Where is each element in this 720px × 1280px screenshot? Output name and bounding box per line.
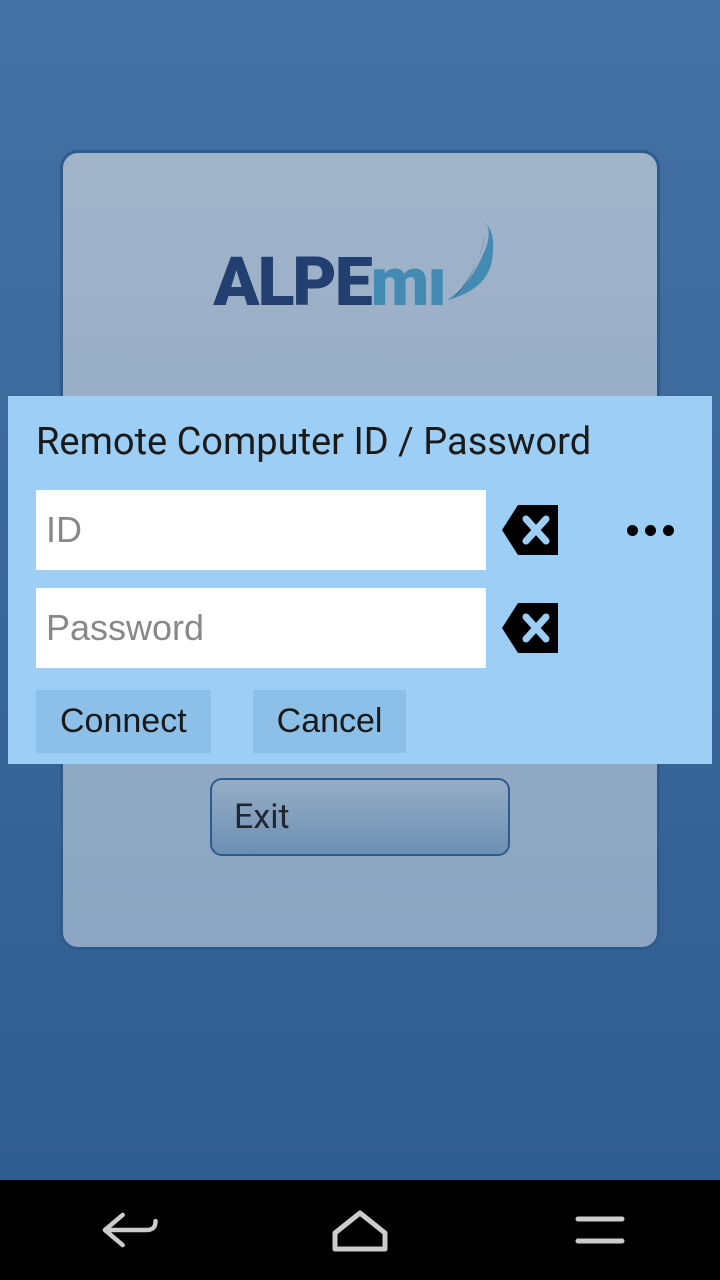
dialog-title: Remote Computer ID / Password: [36, 420, 684, 464]
exit-button-label: Exit: [234, 797, 290, 837]
id-input-row: [36, 490, 684, 570]
password-input[interactable]: [36, 588, 486, 668]
logo-part-alpe: ALPE: [213, 242, 371, 322]
recent-apps-icon[interactable]: [560, 1205, 640, 1255]
app-screen: ALPEmı Exit Remote Computer ID / Passwor…: [0, 0, 720, 1280]
home-icon[interactable]: [320, 1205, 400, 1255]
connect-dialog: Remote Computer ID / Password: [8, 396, 712, 764]
logo-part-mi: mı: [371, 242, 445, 322]
more-options-icon[interactable]: [627, 525, 674, 536]
id-input[interactable]: [36, 490, 486, 570]
exit-button[interactable]: Exit: [210, 778, 510, 856]
connect-button[interactable]: Connect: [36, 690, 211, 753]
logo-text: ALPEmı: [213, 215, 507, 322]
logo-swoosh-icon: [437, 215, 507, 305]
dialog-button-row: Connect Cancel: [36, 690, 684, 753]
android-nav-bar: [0, 1180, 720, 1280]
back-icon[interactable]: [80, 1205, 160, 1255]
clear-password-icon[interactable]: [502, 603, 558, 653]
clear-id-icon[interactable]: [502, 505, 558, 555]
cancel-button[interactable]: Cancel: [253, 690, 407, 753]
password-input-row: [36, 588, 684, 668]
app-logo: ALPEmı: [93, 183, 627, 353]
